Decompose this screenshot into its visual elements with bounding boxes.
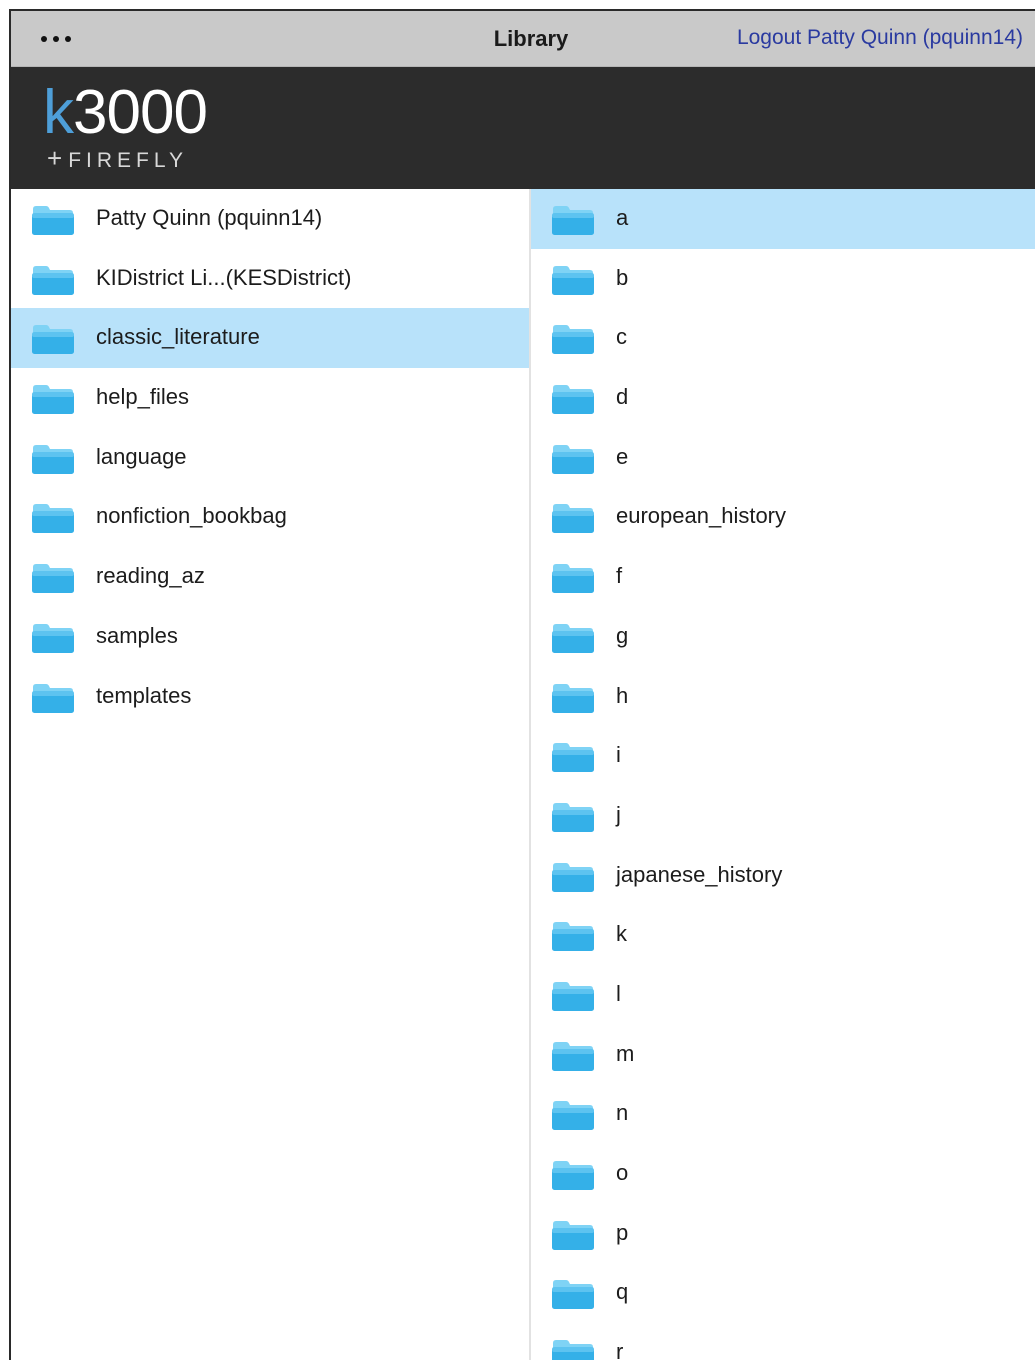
library-folder-row[interactable]: templates [11,667,529,727]
library-folder-label: nonfiction_bookbag [96,503,287,529]
folder-icon [551,204,595,236]
subfolder-label: h [616,682,629,708]
folder-icon [551,1099,595,1131]
subfolder-label: p [616,1219,629,1245]
k3000-logo: k3000 [43,77,208,149]
brand-header: k3000 + FIREFLY [11,67,1035,189]
subfolder-row[interactable]: e [531,428,1035,488]
subfolder-row[interactable]: r [531,1323,1035,1360]
subfolder-label: m [616,1040,635,1066]
folder-icon [31,323,75,355]
subfolder-label: o [616,1160,629,1185]
folder-icon [551,1040,595,1072]
subfolder-label: european_history [616,503,787,529]
folder-icon [551,264,595,296]
library-folder-label: help_files [96,384,189,410]
folder-icon [551,1338,595,1360]
subfolder-label: e [616,443,629,469]
logo-k: k [43,78,74,147]
folder-icon [551,323,595,355]
subfolder-row[interactable]: o [531,1144,1035,1204]
folder-icon [551,861,595,893]
firefly-subtitle: + FIREFLY [47,143,188,174]
library-folder-label: language [96,443,187,469]
library-folder-row[interactable]: help_files [11,368,529,428]
folder-icon [551,1278,595,1310]
subfolder-label: c [616,324,627,350]
library-folder-row[interactable]: Patty Quinn (pquinn14) [11,189,529,249]
subfolder-label: r [616,1339,624,1360]
subfolder-label: f [616,563,623,589]
folder-icon [31,443,75,475]
logo-plus: + [47,143,63,173]
folder-icon [551,741,595,773]
subfolder-label: d [616,384,629,410]
subfolder-row[interactable]: d [531,368,1035,428]
subfolder-label: n [616,1100,629,1126]
library-folder-row[interactable]: reading_az [11,547,529,607]
folder-icon [551,443,595,475]
library-folder-list: Patty Quinn (pquinn14) KIDistrict Li...(K… [11,189,531,1360]
folder-icon [551,682,595,714]
folder-icon [31,264,75,296]
library-folder-row[interactable]: language [11,428,529,488]
folder-icon [551,562,595,594]
folder-icon [551,502,595,534]
subfolder-label: japanese_history [616,861,783,887]
subfolder-row[interactable]: b [531,249,1035,309]
subfolder-row[interactable]: japanese_history [531,846,1035,906]
folder-icon [551,801,595,833]
folder-icon [551,383,595,415]
logo-sub-text: FIREFLY [68,149,188,172]
subfolder-row[interactable]: c [531,308,1035,368]
library-folder-label: Patty Quinn (pquinn14) [96,205,323,230]
subfolder-row[interactable]: a [531,189,1035,249]
top-navigation-bar: Library Logout Patty Quinn (pquinn14) [11,11,1035,67]
folder-icon [31,502,75,534]
library-folder-row[interactable]: KIDistrict Li...(KESDistrict) [11,249,529,309]
subfolder-label: g [616,622,629,648]
subfolder-row[interactable]: l [531,965,1035,1025]
subfolder-row[interactable]: h [531,667,1035,727]
subfolder-row[interactable]: p [531,1204,1035,1264]
folder-icon [551,1159,595,1191]
folder-icon [551,622,595,654]
library-folder-label: KIDistrict Li...(KESDistrict) [96,264,352,290]
subfolder-row[interactable]: f [531,547,1035,607]
subfolder-row[interactable]: n [531,1084,1035,1144]
subfolder-label: l [616,980,621,1006]
library-folder-label: classic_literature [96,324,260,350]
library-folder-label: samples [96,622,178,648]
library-folder-label: templates [96,682,192,708]
subfolder-row[interactable]: european_history [531,487,1035,547]
library-folder-label: reading_az [96,563,205,589]
library-folder-row[interactable]: nonfiction_bookbag [11,487,529,547]
folder-icon [551,1219,595,1251]
library-folder-row[interactable]: classic_literature [11,308,529,369]
app-window: Library Logout Patty Quinn (pquinn14) k3… [9,9,1035,1360]
subfolder-label: q [616,1279,629,1305]
subfolder-row[interactable]: q [531,1263,1035,1323]
subfolder-row[interactable]: m [531,1025,1035,1085]
subfolder-row[interactable]: j [531,786,1035,846]
folder-icon [31,562,75,594]
subfolder-row[interactable]: g [531,607,1035,667]
folder-icon [551,980,595,1012]
folder-icon [31,204,75,236]
subfolder-label: j [616,801,621,827]
subfolder-label: a [616,205,629,230]
subfolder-label: b [616,264,629,290]
subfolder-list: a b c d e european_historyf g h i j japanese_histo… [531,189,1035,1360]
library-folder-row[interactable]: samples [11,607,529,667]
subfolder-row[interactable]: i [531,726,1035,786]
folder-icon [31,622,75,654]
logout-link[interactable]: Logout Patty Quinn (pquinn14) [737,26,1023,50]
subfolder-label: k [616,921,627,947]
subfolder-row[interactable]: k [531,905,1035,965]
folder-icon [551,920,595,952]
folder-icon [31,682,75,714]
subfolder-label: i [616,742,621,768]
folder-icon [31,383,75,415]
logo-number: 3000 [73,78,208,147]
